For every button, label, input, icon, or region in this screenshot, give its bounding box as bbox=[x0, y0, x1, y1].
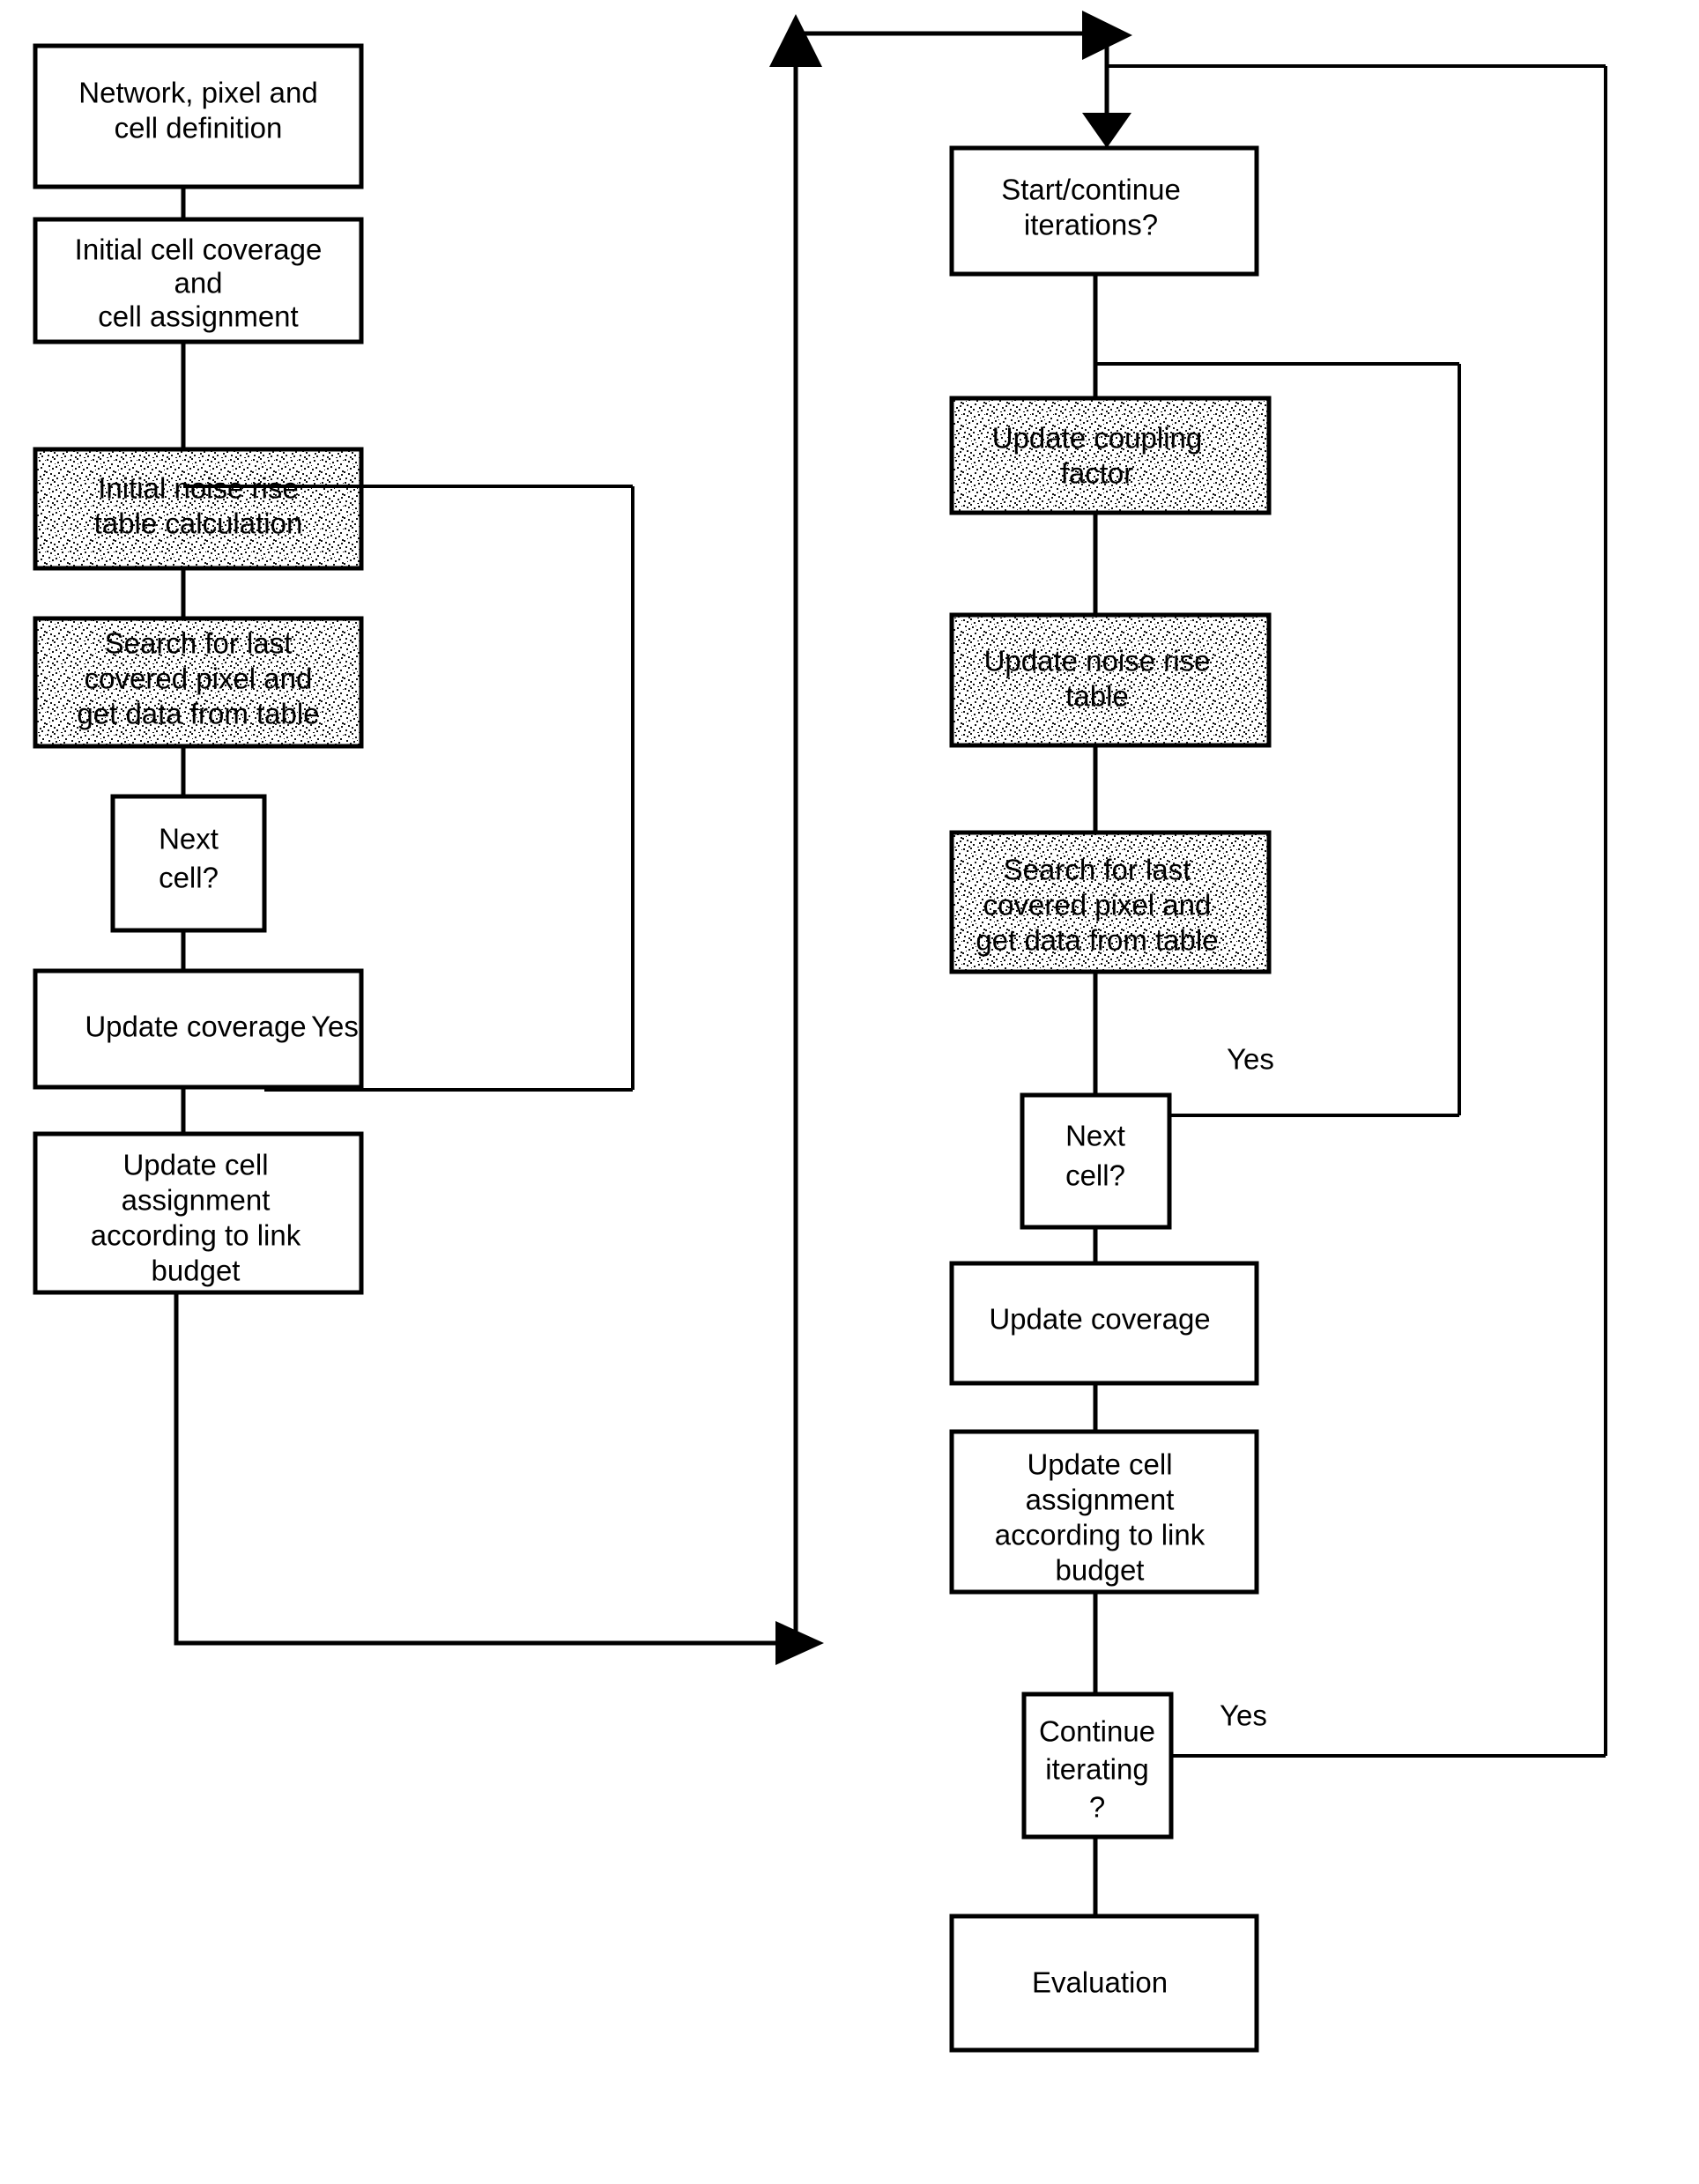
node-label: cell assignment bbox=[98, 300, 298, 333]
node-next-cell-left: Next cell? bbox=[110, 794, 267, 933]
node-label: Initial cell coverage bbox=[75, 233, 323, 266]
node-label: assignment bbox=[122, 1184, 271, 1217]
node-label: Update noise rise bbox=[984, 645, 1211, 677]
node-label: assignment bbox=[1026, 1484, 1175, 1516]
node-label: according to link bbox=[995, 1519, 1206, 1551]
arrowhead-right-to-spine bbox=[775, 1621, 824, 1665]
node-label: Update coupling bbox=[992, 422, 1203, 455]
node-next-cell-right: Next cell? bbox=[1020, 1092, 1172, 1230]
node-label: Search for last bbox=[105, 627, 293, 660]
node-label: and bbox=[174, 267, 222, 300]
node-search-last-covered-pixel-right: Search for last covered pixel and get da… bbox=[949, 830, 1272, 974]
node-update-coupling-factor: Update coupling factor bbox=[949, 396, 1272, 515]
node-label: cell definition bbox=[115, 112, 283, 144]
arrowhead-spine-top bbox=[769, 14, 822, 67]
node-label: Next bbox=[1065, 1120, 1125, 1152]
arrowhead-down-to-start bbox=[1082, 113, 1131, 148]
node-label: iterating bbox=[1045, 1753, 1148, 1786]
node-label: covered pixel and bbox=[983, 889, 1212, 922]
flowchart-svg: Network, pixel and cell definition Initi… bbox=[33, 11, 1607, 2053]
node-search-last-covered-pixel-left: Search for last covered pixel and get da… bbox=[33, 616, 364, 749]
node-label: Evaluation bbox=[1032, 1966, 1168, 1999]
node-label: Search for last bbox=[1004, 854, 1191, 886]
node-label: Update coverage bbox=[85, 1011, 306, 1043]
node-evaluation: Evaluation bbox=[949, 1914, 1259, 2053]
node-label: iterations? bbox=[1024, 209, 1158, 241]
node-start-continue-iterations: Start/continue iterations? bbox=[949, 145, 1259, 277]
edge-label-yes-next-cell-left: Yes bbox=[311, 1011, 359, 1043]
node-label: table bbox=[1065, 680, 1129, 713]
edge-label-yes-next-cell-right: Yes bbox=[1227, 1043, 1274, 1076]
node-label: ? bbox=[1089, 1791, 1105, 1824]
node-label: cell? bbox=[159, 862, 219, 894]
node-label: Update cell bbox=[1027, 1448, 1172, 1481]
node-label: cell? bbox=[1065, 1159, 1125, 1192]
node-update-coverage-right: Update coverage bbox=[949, 1261, 1259, 1386]
node-update-cell-assignment-left: Update cell assignment according to link… bbox=[33, 1131, 364, 1295]
node-label: Continue bbox=[1039, 1715, 1155, 1748]
node-label: Update cell bbox=[122, 1149, 268, 1181]
node-label: Network, pixel and bbox=[78, 77, 317, 109]
node-label: according to link bbox=[91, 1219, 301, 1252]
node-label: Initial noise rise bbox=[98, 472, 298, 505]
flowchart-canvas: Network, pixel and cell definition Initi… bbox=[0, 0, 1699, 2184]
node-initial-noise-rise-table-calculation: Initial noise rise table calculation bbox=[33, 447, 364, 571]
node-continue-iterating: Continue iterating ? bbox=[1021, 1692, 1174, 1840]
node-network-pixel-cell-definition: Network, pixel and cell definition bbox=[33, 43, 364, 189]
node-label: budget bbox=[152, 1255, 241, 1287]
node-update-cell-assignment-right: Update cell assignment according to link… bbox=[949, 1429, 1259, 1595]
node-label: get data from table bbox=[77, 698, 319, 730]
node-label: table calculation bbox=[94, 507, 303, 540]
node-label: Update coverage bbox=[989, 1303, 1210, 1336]
edge-label-yes-continue-iterating: Yes bbox=[1220, 1699, 1267, 1732]
node-update-noise-rise-table: Update noise rise table bbox=[949, 612, 1272, 748]
node-label: get data from table bbox=[976, 924, 1218, 957]
node-label: Next bbox=[159, 823, 219, 855]
node-label: factor bbox=[1061, 457, 1134, 490]
edge-assignment-left-to-spine bbox=[174, 1292, 775, 1646]
node-initial-cell-coverage-assignment: Initial cell coverage and cell assignmen… bbox=[33, 217, 364, 344]
node-label: budget bbox=[1056, 1554, 1145, 1587]
node-label: Start/continue bbox=[1001, 174, 1181, 206]
node-label: covered pixel and bbox=[85, 663, 313, 695]
